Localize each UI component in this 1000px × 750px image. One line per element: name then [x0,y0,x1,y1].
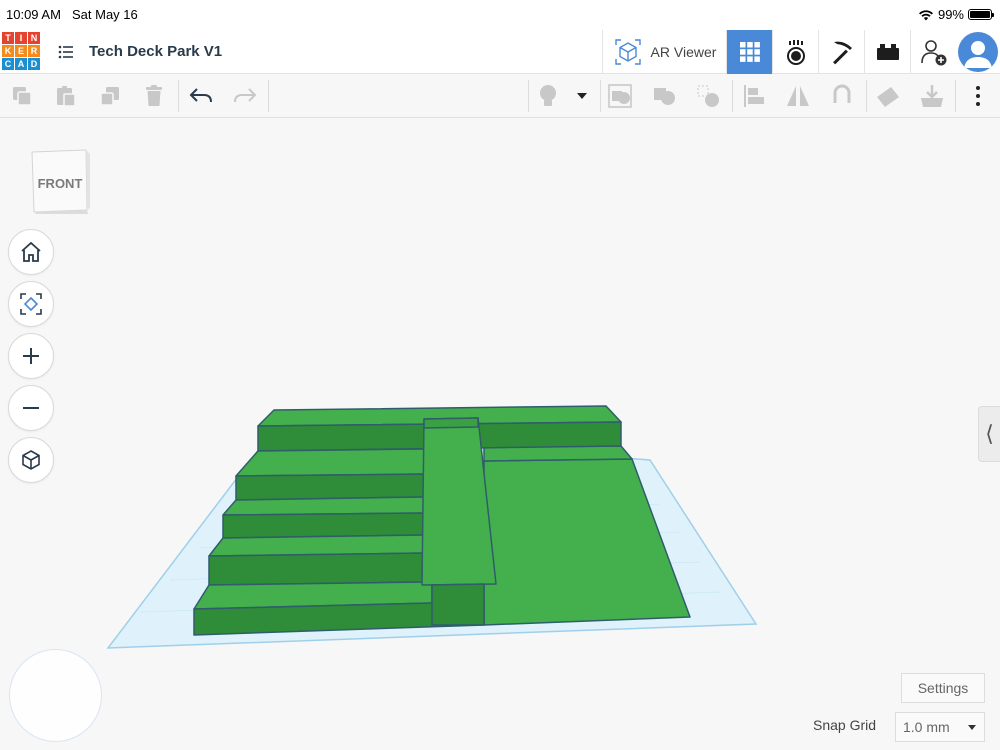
zoom-in-button[interactable] [8,333,54,379]
chevron-down-icon [968,725,976,730]
snap-grid-value: 1.0 mm [903,719,950,735]
settings-button[interactable]: Settings [901,673,985,703]
navigation-joystick[interactable] [9,649,102,742]
snap-grid-select[interactable]: 1.0 mm [895,712,985,742]
park-model[interactable] [193,405,691,636]
ortho-view-button[interactable] [8,437,54,483]
zoom-out-icon [23,407,39,409]
panel-toggle-button[interactable]: ⟨ [978,406,1000,462]
view-cube[interactable]: FRONT [30,148,90,214]
zoom-out-button[interactable] [8,385,54,431]
fit-view-button[interactable] [8,281,54,327]
workplane-scene[interactable] [0,0,1000,750]
snap-grid-label: Snap Grid [813,717,877,733]
stair-step-4[interactable] [222,496,425,516]
view-cube-face-label: FRONT [38,176,83,191]
home-view-button[interactable] [8,229,54,275]
ortho-view-icon [22,450,40,470]
stair-step-5[interactable] [235,448,425,477]
fit-view-icon [20,293,42,315]
zoom-in-icon [23,348,39,364]
home-view-icon [21,241,41,262]
